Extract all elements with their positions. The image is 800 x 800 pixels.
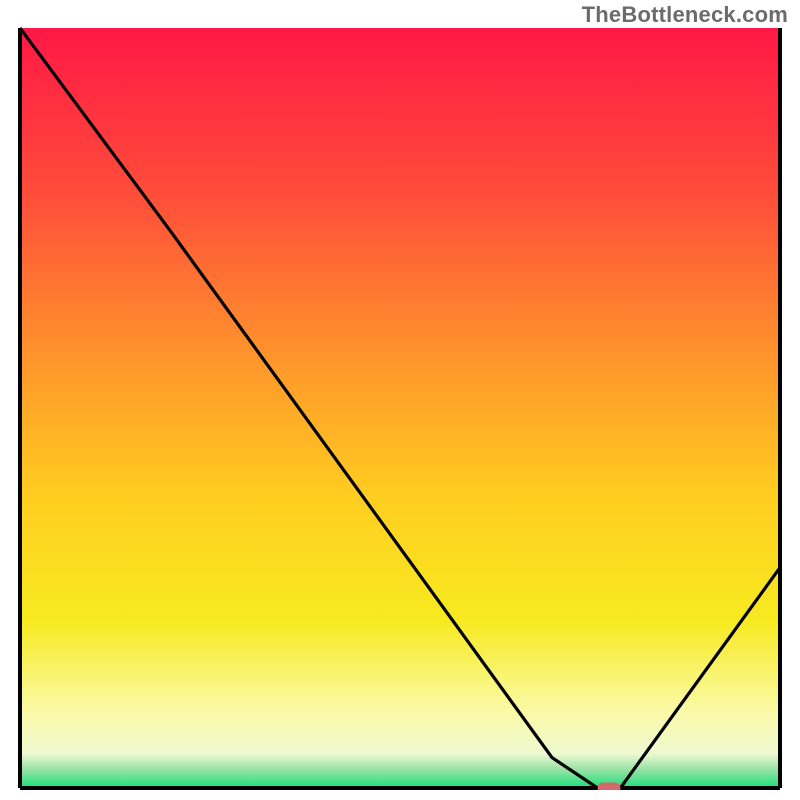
bottleneck-chart: [18, 26, 782, 790]
chart-frame: TheBottleneck.com: [0, 0, 800, 800]
plot-background: [20, 28, 780, 788]
optimum-marker: [598, 783, 621, 791]
watermark-text: TheBottleneck.com: [582, 2, 788, 28]
